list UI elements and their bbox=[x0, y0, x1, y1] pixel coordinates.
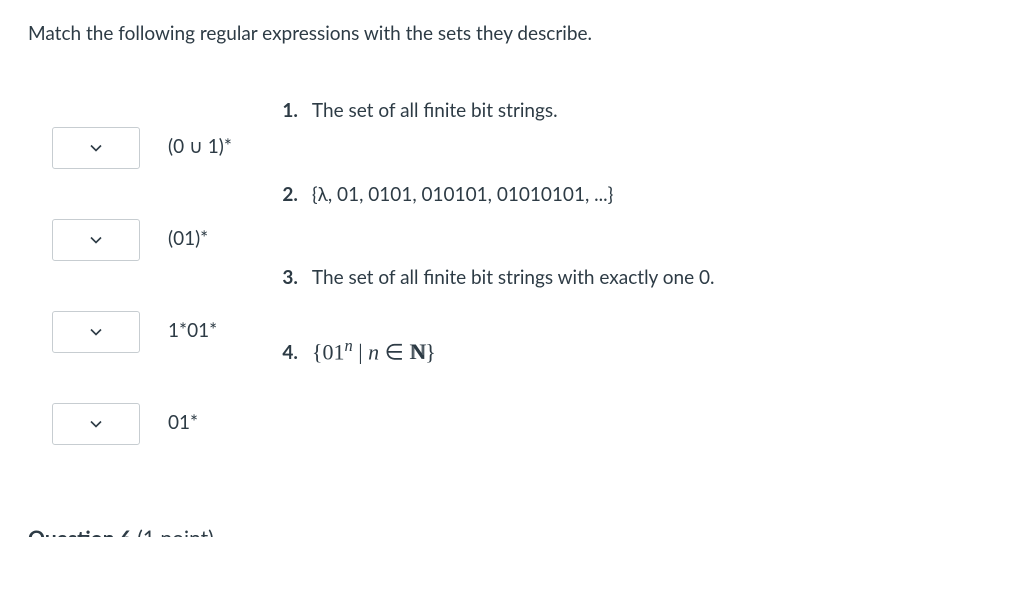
math-variable: n bbox=[368, 339, 379, 364]
next-question-points: (1 point) bbox=[132, 526, 214, 537]
math-bar: | bbox=[353, 339, 368, 364]
math-in: ∈ bbox=[379, 339, 409, 364]
expression-label: (0 ∪ 1)* bbox=[168, 133, 232, 162]
answer-text: The set of all finite bit strings. bbox=[312, 97, 984, 126]
answer-number: 2. bbox=[282, 181, 312, 210]
match-row: 1*01* bbox=[52, 311, 232, 353]
match-dropdown-2[interactable] bbox=[52, 219, 140, 261]
match-row: (01)* bbox=[52, 219, 232, 261]
chevron-down-icon bbox=[90, 418, 102, 430]
chevron-down-icon bbox=[90, 142, 102, 154]
answer-text: The set of all finite bit strings with e… bbox=[312, 264, 984, 293]
matching-content: (0 ∪ 1)* (01)* 1*01* 01* 1. The set of bbox=[28, 97, 984, 495]
answer-item: 2. {λ, 01, 0101, 010101, 01010101, ...} bbox=[282, 181, 984, 210]
expression-label: 1*01* bbox=[168, 317, 217, 346]
expressions-column: (0 ∪ 1)* (01)* 1*01* 01* bbox=[28, 97, 232, 495]
answer-number: 1. bbox=[282, 97, 312, 126]
match-dropdown-1[interactable] bbox=[52, 127, 140, 169]
match-dropdown-4[interactable] bbox=[52, 403, 140, 445]
chevron-down-icon bbox=[90, 326, 102, 338]
answer-text: {λ, 01, 0101, 010101, 01010101, ...} bbox=[312, 181, 984, 210]
chevron-down-icon bbox=[90, 234, 102, 246]
match-row: (0 ∪ 1)* bbox=[52, 127, 232, 169]
answer-number: 4. bbox=[282, 339, 312, 368]
question-prompt: Match the following regular expressions … bbox=[28, 20, 984, 49]
match-dropdown-3[interactable] bbox=[52, 311, 140, 353]
expression-label: (01)* bbox=[168, 225, 208, 254]
next-question-header: Question 6 (1 point) bbox=[28, 523, 984, 537]
expression-label: 01* bbox=[168, 409, 198, 438]
answers-column: 1. The set of all finite bit strings. 2.… bbox=[272, 97, 984, 495]
answer-list: 1. The set of all finite bit strings. 2.… bbox=[282, 97, 984, 369]
answer-number: 3. bbox=[282, 264, 312, 293]
match-row: 01* bbox=[52, 403, 232, 445]
math-superscript: n bbox=[344, 336, 352, 355]
answer-item: 4. {01n | n ∈ N} bbox=[282, 334, 984, 368]
answer-item: 1. The set of all finite bit strings. bbox=[282, 97, 984, 126]
next-question-label: Question 6 bbox=[28, 526, 132, 537]
answer-item: 3. The set of all finite bit strings wit… bbox=[282, 264, 984, 293]
math-brace-open: {01 bbox=[312, 339, 345, 364]
math-natural-numbers: N bbox=[409, 335, 425, 368]
answer-text: {01n | n ∈ N} bbox=[312, 334, 984, 368]
